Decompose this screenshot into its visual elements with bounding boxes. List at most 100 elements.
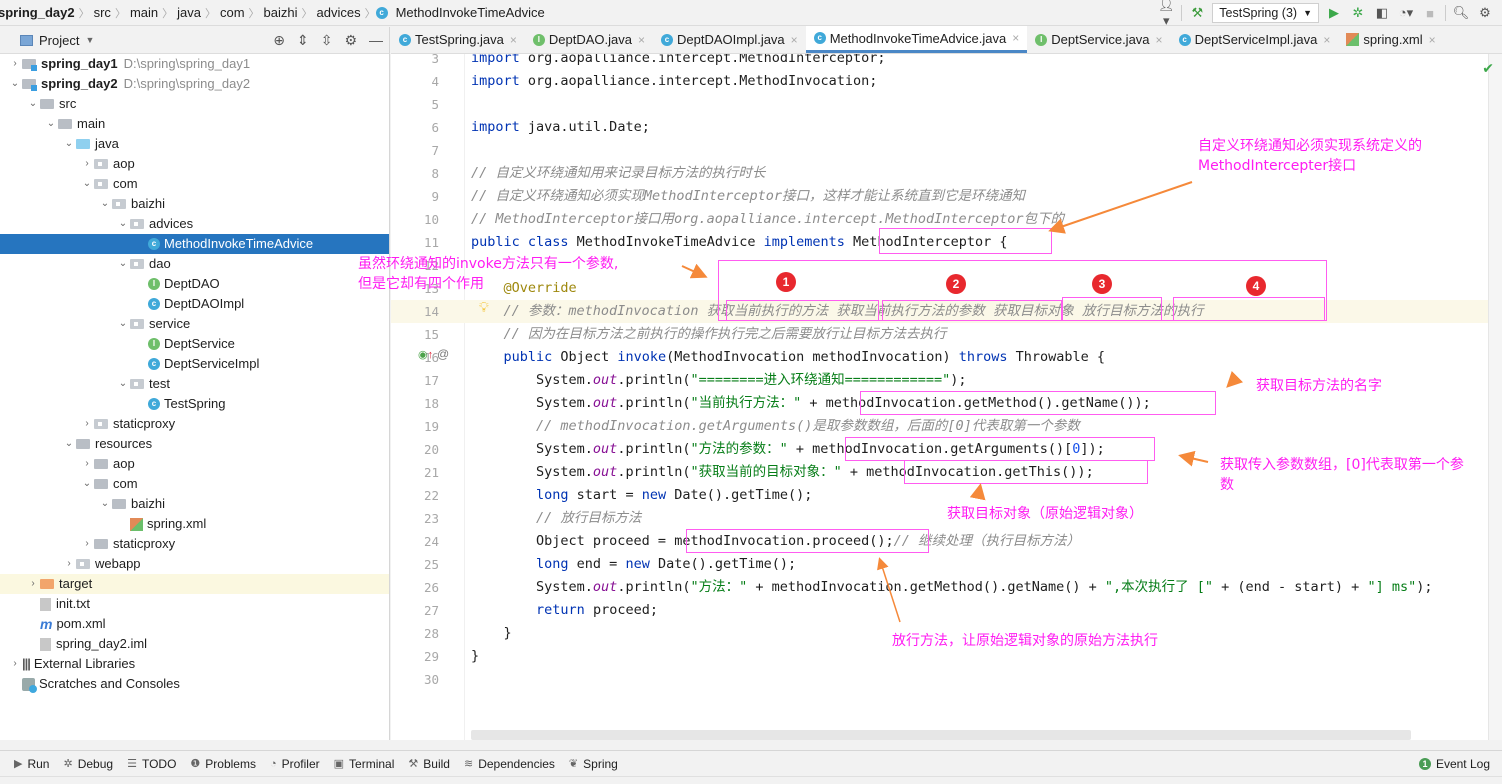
code-line[interactable]: 16 public Object invoke(MethodInvocation… xyxy=(391,346,1502,369)
expand-all-icon[interactable]: ⇕ xyxy=(297,32,309,49)
tree-item[interactable]: ⌄ java xyxy=(0,134,389,154)
tree-item[interactable]: m pom.xml xyxy=(0,614,389,634)
vertical-scrollbar[interactable] xyxy=(1488,54,1502,740)
tree-item[interactable]: spring.xml xyxy=(0,514,389,534)
code-line[interactable]: 19 // methodInvocation.getArguments()是取参… xyxy=(391,415,1502,438)
tool-window-spring[interactable]: ❦ Spring xyxy=(569,757,618,771)
editor-tab[interactable]: I DeptDAO.java × xyxy=(525,26,653,53)
tree-item[interactable]: › webapp xyxy=(0,554,389,574)
tree-item[interactable]: ⌄ resources xyxy=(0,434,389,454)
hide-icon[interactable]: — xyxy=(369,32,383,49)
tree-item[interactable]: ⌄ com xyxy=(0,474,389,494)
tree-item[interactable]: I DeptDAO xyxy=(0,274,389,294)
code-line[interactable]: 27 return proceed; xyxy=(391,599,1502,622)
tree-item[interactable]: ⌄ service xyxy=(0,314,389,334)
tool-window-dependencies[interactable]: ≋ Dependencies xyxy=(464,757,555,771)
expand-arrow-icon[interactable]: › xyxy=(80,414,94,434)
close-icon[interactable]: × xyxy=(791,33,798,47)
tool-window-debug[interactable]: ✲ Debug xyxy=(63,757,113,771)
expand-arrow-icon[interactable]: › xyxy=(80,154,94,174)
code-line[interactable]: 25 long end = new Date().getTime(); xyxy=(391,553,1502,576)
tree-item[interactable]: c MethodInvokeTimeAdvice xyxy=(0,234,389,254)
editor-tab[interactable]: c DeptServiceImpl.java × xyxy=(1171,26,1339,53)
expand-arrow-icon[interactable]: › xyxy=(80,454,94,474)
breadcrumb-item[interactable]: src xyxy=(90,5,115,20)
tree-item[interactable]: init.txt xyxy=(0,594,389,614)
editor-tab[interactable]: c MethodInvokeTimeAdvice.java × xyxy=(805,26,1028,53)
collapse-arrow-icon[interactable]: ⌄ xyxy=(44,114,58,134)
code-line[interactable]: 24 Object proceed = methodInvocation.pro… xyxy=(391,530,1502,553)
search-icon[interactable]: 🔍︎ xyxy=(1452,5,1470,21)
project-view-selector[interactable]: Project ▼ xyxy=(20,33,94,48)
tool-window-todo[interactable]: ☰ TODO xyxy=(127,757,176,771)
stop-icon[interactable]: ■ xyxy=(1421,6,1439,21)
bulb-icon[interactable]: 💡︎ xyxy=(479,299,489,316)
collapse-arrow-icon[interactable]: ⌄ xyxy=(116,314,130,334)
expand-arrow-icon[interactable]: › xyxy=(8,654,22,674)
code-line[interactable]: 26 System.out.println("方法：" + methodInvo… xyxy=(391,576,1502,599)
collapse-arrow-icon[interactable]: ⌄ xyxy=(8,74,22,94)
profile-icon[interactable]: ◔▾ xyxy=(1397,5,1415,21)
close-icon[interactable]: × xyxy=(1156,33,1163,47)
collapse-arrow-icon[interactable]: ⌄ xyxy=(80,174,94,194)
breadcrumb-item[interactable]: spring_day2 xyxy=(0,5,79,20)
tree-item[interactable]: c DeptDAOImpl xyxy=(0,294,389,314)
tree-item[interactable]: c DeptServiceImpl xyxy=(0,354,389,374)
tree-item[interactable]: I DeptService xyxy=(0,334,389,354)
tree-item[interactable]: › staticproxy xyxy=(0,534,389,554)
tree-item[interactable]: ⌄ advices xyxy=(0,214,389,234)
tree-item[interactable]: Scratches and Consoles xyxy=(0,674,389,694)
collapse-arrow-icon[interactable]: ⌄ xyxy=(116,254,130,274)
expand-arrow-icon[interactable]: › xyxy=(62,554,76,574)
code-line[interactable]: 15 // 因为在目标方法之前执行的操作执行完之后需要放行让目标方法去执行 xyxy=(391,323,1502,346)
breadcrumb-item[interactable]: advices xyxy=(313,5,365,20)
collapse-arrow-icon[interactable]: ⌄ xyxy=(80,474,94,494)
tree-item[interactable]: ⌄ baizhi xyxy=(0,494,389,514)
build-hammer-icon[interactable]: ⚒ xyxy=(1188,5,1206,21)
coverage-icon[interactable]: ◧ xyxy=(1373,5,1391,21)
locate-icon[interactable]: ⊕ xyxy=(273,32,285,49)
tree-item[interactable]: ⌄ src xyxy=(0,94,389,114)
user-icon[interactable]: 👤︎▾ xyxy=(1157,0,1175,29)
settings-icon[interactable]: ⚙ xyxy=(1476,5,1494,21)
tree-item[interactable]: › ||| External Libraries xyxy=(0,654,389,674)
close-icon[interactable]: × xyxy=(510,33,517,47)
tree-item[interactable]: ⌄ test xyxy=(0,374,389,394)
tree-item[interactable]: › spring_day1 D:\spring\spring_day1 xyxy=(0,54,389,74)
breadcrumb-item[interactable]: java xyxy=(173,5,205,20)
tree-item[interactable]: ⌄ com xyxy=(0,174,389,194)
editor-tab[interactable]: c DeptDAOImpl.java × xyxy=(653,26,806,53)
tree-item[interactable]: ⌄ main xyxy=(0,114,389,134)
breadcrumb-item[interactable]: MethodInvokeTimeAdvice xyxy=(392,5,549,20)
breadcrumb-item[interactable]: com xyxy=(216,5,249,20)
collapse-arrow-icon[interactable]: ⌄ xyxy=(98,194,112,214)
run-icon[interactable]: ▶ xyxy=(1325,5,1343,21)
collapse-all-icon[interactable]: ⇳ xyxy=(321,32,333,49)
code-line[interactable]: 9 // 自定义环绕通知必须实现MethodInterceptor接口，这样才能让… xyxy=(391,185,1502,208)
tree-item[interactable]: › target xyxy=(0,574,389,594)
gear-icon[interactable]: ⚙ xyxy=(344,32,357,49)
close-icon[interactable]: × xyxy=(1012,31,1019,45)
breadcrumb-item[interactable]: main xyxy=(126,5,162,20)
editor-tab[interactable]: I DeptService.java × xyxy=(1027,26,1170,53)
debug-icon[interactable]: ✲ xyxy=(1349,5,1367,21)
tree-item[interactable]: ⌄ spring_day2 D:\spring\spring_day2 xyxy=(0,74,389,94)
horizontal-scrollbar[interactable] xyxy=(471,730,1411,740)
collapse-arrow-icon[interactable]: ⌄ xyxy=(116,214,130,234)
editor-tab[interactable]: c TestSpring.java × xyxy=(391,26,525,53)
collapse-arrow-icon[interactable]: ⌄ xyxy=(98,494,112,514)
collapse-arrow-icon[interactable]: ⌄ xyxy=(116,374,130,394)
tree-item[interactable]: ⌄ baizhi xyxy=(0,194,389,214)
tree-item[interactable]: › aop xyxy=(0,154,389,174)
tool-window-problems[interactable]: ❶ Problems xyxy=(190,757,256,771)
close-icon[interactable]: × xyxy=(1429,33,1436,47)
collapse-arrow-icon[interactable]: ⌄ xyxy=(62,434,76,454)
tree-item[interactable]: › aop xyxy=(0,454,389,474)
editor-tab[interactable]: spring.xml × xyxy=(1338,26,1443,53)
close-icon[interactable]: × xyxy=(638,33,645,47)
tool-window-profiler[interactable]: ◔ Profiler xyxy=(270,757,320,771)
tree-item[interactable]: c TestSpring xyxy=(0,394,389,414)
close-icon[interactable]: × xyxy=(1323,33,1330,47)
collapse-arrow-icon[interactable]: ⌄ xyxy=(62,134,76,154)
tree-item[interactable]: › staticproxy xyxy=(0,414,389,434)
